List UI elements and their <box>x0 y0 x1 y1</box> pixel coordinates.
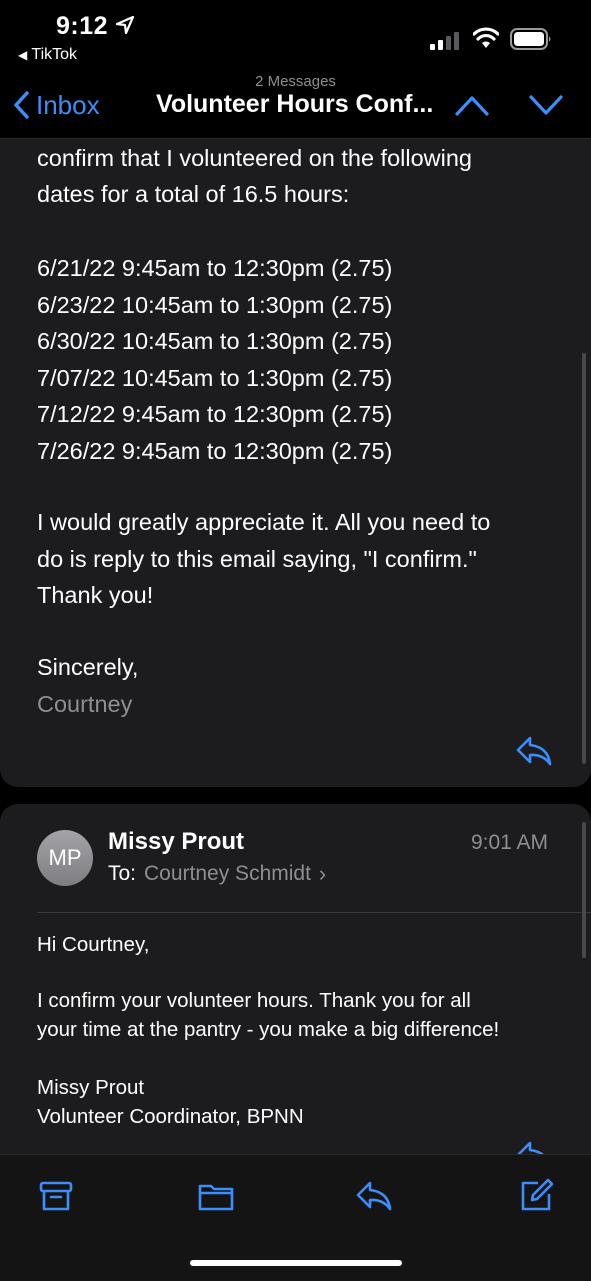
message-intro-line: confirm that I volunteered on the follow… <box>37 145 473 171</box>
date-entry: 6/21/22 9:45am to 12:30pm (2.75) <box>37 255 393 281</box>
message-closing-paragraph: I would greatly appreciate it. All you n… <box>37 504 490 614</box>
home-indicator[interactable] <box>190 1260 402 1266</box>
battery-icon <box>510 28 551 50</box>
volunteer-dates-list: 6/21/22 9:45am to 12:30pm (2.75) 6/23/22… <box>37 250 392 469</box>
date-entry: 7/26/22 9:45am to 12:30pm (2.75) <box>37 437 393 464</box>
closing-line: do is reply to this email saying, "I con… <box>37 545 477 572</box>
closing-line: Thank you! <box>37 582 154 608</box>
sign-off: Sincerely, <box>37 654 139 680</box>
back-triangle-icon: ◀ <box>18 48 28 62</box>
cellular-signal-icon <box>430 32 459 50</box>
header-divider <box>37 912 591 913</box>
closing-line: I would greatly appreciate it. All you n… <box>37 509 491 535</box>
status-time: 9:12 <box>56 12 109 40</box>
chevron-left-icon <box>14 91 29 119</box>
signature-line: Missy Prout <box>37 1076 145 1099</box>
to-label: To: <box>108 862 137 885</box>
archive-icon[interactable] <box>38 1178 74 1214</box>
signature: Courtney <box>37 691 133 717</box>
message-signature: Missy Prout Volunteer Coordinator, BPNN <box>37 1073 304 1131</box>
reply-icon[interactable] <box>515 735 553 767</box>
chevron-right-icon: › <box>318 861 327 886</box>
location-arrow-icon <box>115 15 135 35</box>
message-intro-line: dates for a total of 16.5 hours: <box>37 181 350 207</box>
signature-line: Volunteer Coordinator, BPNN <box>37 1105 304 1128</box>
date-entry: 7/07/22 10:45am to 1:30pm (2.75) <box>37 364 393 391</box>
back-to-app-link[interactable]: ◀ TikTok <box>18 46 77 64</box>
inbox-back-label: Inbox <box>36 89 100 120</box>
next-message-button[interactable] <box>528 92 564 118</box>
date-entry: 6/30/22 10:45am to 1:30pm (2.75) <box>37 328 393 354</box>
scrollbar[interactable] <box>582 353 586 764</box>
message-body: I confirm your volunteer hours. Thank yo… <box>37 986 499 1044</box>
previous-message-button[interactable] <box>454 92 490 118</box>
sender-name: Missy Prout <box>108 828 245 855</box>
recipient-line[interactable]: To: Courtney Schmidt › <box>108 861 326 887</box>
reply-icon[interactable] <box>356 1178 392 1214</box>
date-entry: 7/12/22 9:45am to 12:30pm (2.75) <box>37 401 393 427</box>
body-line: I confirm your volunteer hours. Thank yo… <box>37 989 471 1012</box>
message-time: 9:01 AM <box>471 831 549 854</box>
scrollbar[interactable] <box>582 822 586 958</box>
avatar[interactable]: MP <box>37 830 93 886</box>
body-line: your time at the pantry - you make a big… <box>37 1018 500 1041</box>
recipient-name[interactable]: Courtney Schmidt <box>144 862 311 886</box>
folder-icon[interactable] <box>198 1178 234 1214</box>
wifi-icon <box>473 27 499 48</box>
greeting: Hi Courtney, <box>37 933 150 956</box>
inbox-back-button[interactable]: Inbox <box>12 88 100 122</box>
date-entry: 6/23/22 10:45am to 1:30pm (2.75) <box>37 291 393 318</box>
back-app-label: TikTok <box>31 46 78 63</box>
compose-icon[interactable] <box>518 1178 554 1214</box>
thread-title: Volunteer Hours Conf... <box>156 90 434 118</box>
